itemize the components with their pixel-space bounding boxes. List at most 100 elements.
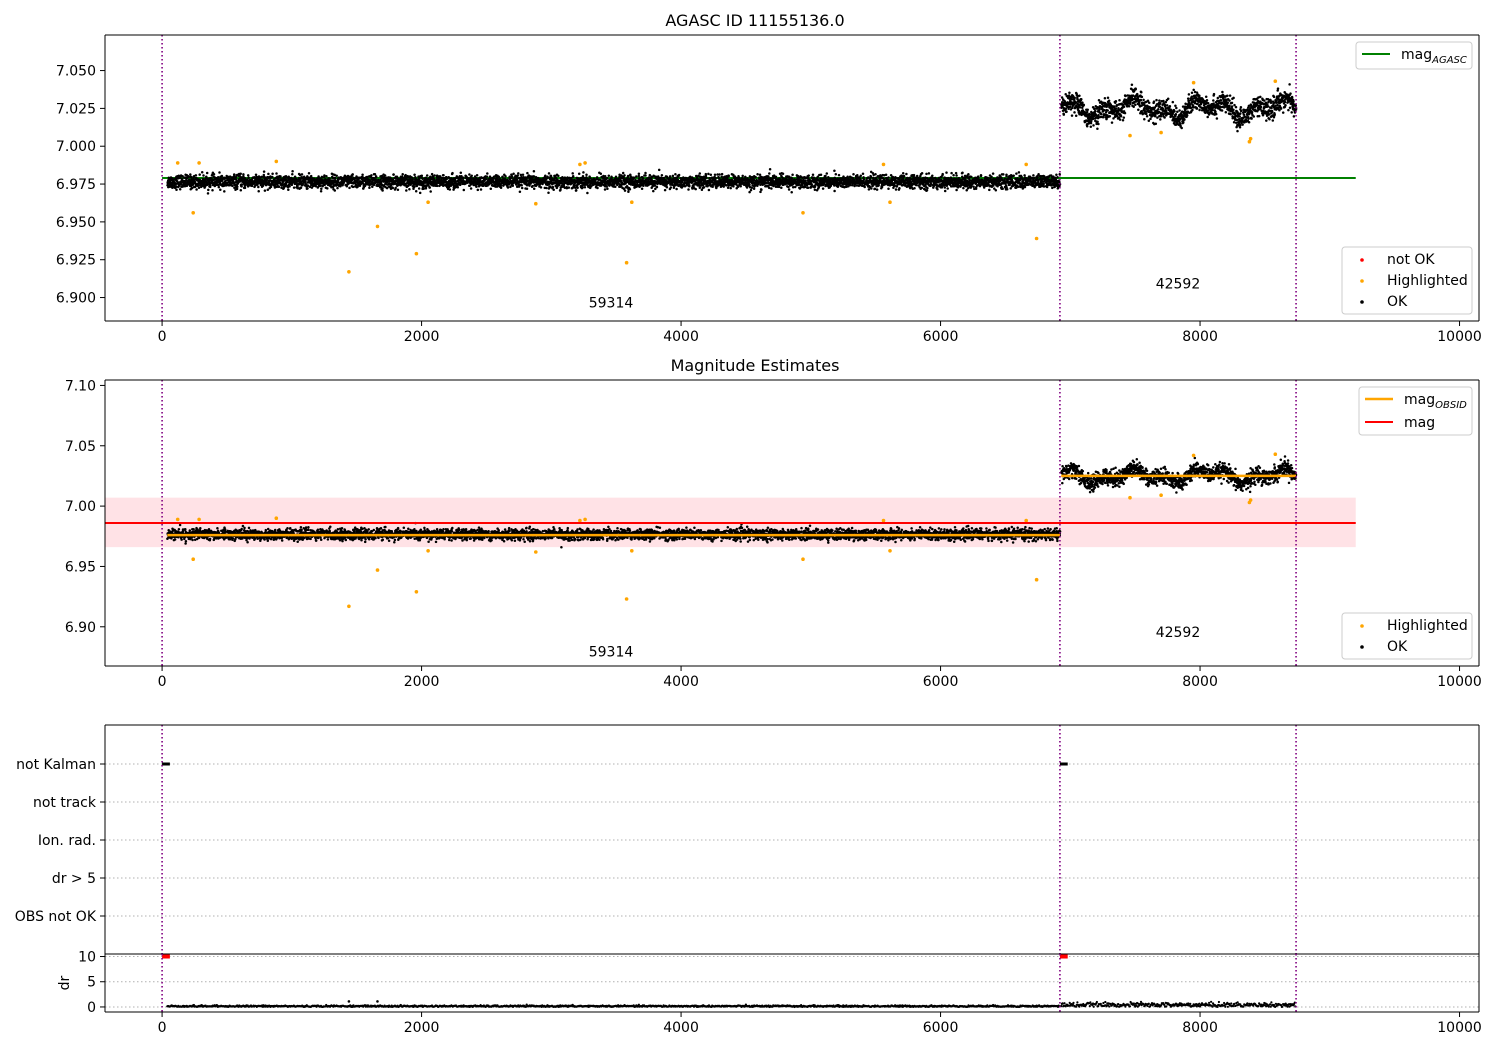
ok-point [665,185,669,189]
ok-point [950,171,953,175]
ok-point [833,169,836,173]
ok-point [458,183,462,187]
ok-point [532,187,536,191]
ok-point [582,171,585,174]
ok-point [547,191,550,195]
ok-point [688,184,691,187]
ok-point [309,174,313,178]
ok-point [1017,171,1021,174]
ok-point [637,172,641,175]
ok-point [525,187,529,191]
ok-point [428,186,431,189]
ok-point [195,188,198,191]
ok-point [485,175,489,178]
ok-point [745,186,749,189]
ok-point [232,173,236,176]
ok-point [640,187,644,191]
ok-point [862,176,865,179]
ok-point [539,186,543,189]
ok-point [806,186,810,190]
ok-point [1012,174,1015,178]
ok-point [718,173,721,176]
ok-point [318,184,322,188]
ok-point [456,186,460,189]
ok-point [780,186,783,189]
ok-point [759,190,762,194]
ok-point [571,172,574,175]
ok-point [663,188,667,192]
ok-point [442,173,445,177]
ok-point [926,186,929,190]
ok-point [732,185,735,188]
ok-point [610,176,613,180]
ok-point [240,183,244,186]
ok-point [1033,176,1036,180]
ok-point [368,186,371,190]
ok-point [511,184,515,187]
ok-point [727,174,730,178]
ok-point [677,173,681,177]
ok-point [288,185,291,188]
ok-point [943,189,947,193]
ok-point [675,187,678,191]
ok-point [462,188,466,192]
ok-point [277,185,281,188]
ok-point [979,173,983,177]
ok-point [239,189,243,192]
ok-point [211,189,214,192]
ok-point [920,186,924,190]
ok-point [767,186,771,190]
ok-point [583,185,587,189]
ok-point [392,173,395,176]
ok-point [266,188,270,191]
ok-point [945,171,948,174]
ok-point [748,183,751,186]
ok-point [811,173,815,177]
ok-point [374,175,378,179]
ok-point [821,187,825,190]
ok-point [698,186,702,190]
ok-point [320,187,323,191]
ok-point [707,172,710,176]
ok-point [720,172,724,176]
ok-point [626,174,630,178]
ok-point [544,174,547,177]
ok-point [707,188,711,192]
ok-point [925,172,928,176]
ok-point [290,183,294,187]
ok-point [420,174,424,178]
ok-point [520,186,524,190]
chart-figure: AGASC ID 11155136.059314425920 2000 4000 60… [15,11,1482,1036]
ok-point [894,188,898,191]
ok-point [267,172,270,176]
ok-point [1036,175,1039,179]
ok-point [413,185,416,189]
ok-point [328,177,331,180]
ok-point [758,173,762,176]
ok-point [220,174,224,178]
ok-point [391,186,395,190]
ok-point [512,172,515,175]
ok-point [931,174,934,178]
ok-point [333,176,337,180]
ok-point [275,172,278,175]
ok-point [405,189,408,192]
ok-point [299,186,303,190]
ok-point [807,174,810,177]
ok-point [671,174,675,178]
ok-point [212,173,216,176]
ok-point [1023,174,1026,177]
ok-point [884,173,888,177]
ok-point [408,187,411,191]
ok-point [518,190,522,194]
ok-point [813,188,817,191]
ok-point [621,171,625,175]
ok-point [791,173,794,177]
ok-point [898,187,901,190]
ok-point [901,171,905,175]
ok-point [642,184,645,188]
ok-point [567,186,571,189]
ok-point [271,175,274,179]
ok-point [694,187,697,191]
ok-point [606,187,609,190]
